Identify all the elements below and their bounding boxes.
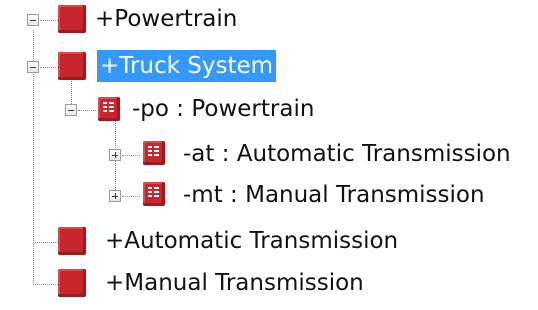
class-icon — [58, 52, 86, 80]
tree-connector — [122, 196, 140, 197]
tree-connector — [40, 67, 58, 68]
model-tree: +Powertrain +Truck System -po : Powertra… — [0, 0, 538, 310]
tree-connector — [33, 284, 58, 285]
class-icon — [58, 227, 86, 255]
expand-toggle-icon[interactable] — [109, 149, 121, 161]
part-icon — [143, 141, 165, 165]
tree-node-label: +Automatic Transmission — [105, 228, 399, 254]
collapse-toggle-icon[interactable] — [27, 61, 39, 73]
part-icon — [143, 182, 165, 206]
tree-connector — [33, 242, 58, 243]
tree-node-label: +Truck System — [97, 50, 277, 82]
expand-toggle-icon[interactable] — [109, 190, 121, 202]
tree-node-label: -mt : Manual Transmission — [183, 182, 485, 208]
class-icon — [58, 5, 86, 33]
tree-node-label: -at : Automatic Transmission — [183, 141, 511, 167]
tree-connector — [78, 110, 96, 111]
tree-connector — [40, 20, 58, 21]
class-icon — [58, 269, 86, 297]
tree-node-label: +Powertrain — [95, 6, 238, 32]
tree-connector — [122, 155, 140, 156]
collapse-toggle-icon[interactable] — [65, 104, 77, 116]
part-icon — [98, 97, 120, 121]
tree-node-label: -po : Powertrain — [132, 96, 315, 122]
tree-node-label: +Manual Transmission — [105, 270, 364, 296]
collapse-toggle-icon[interactable] — [27, 14, 39, 26]
